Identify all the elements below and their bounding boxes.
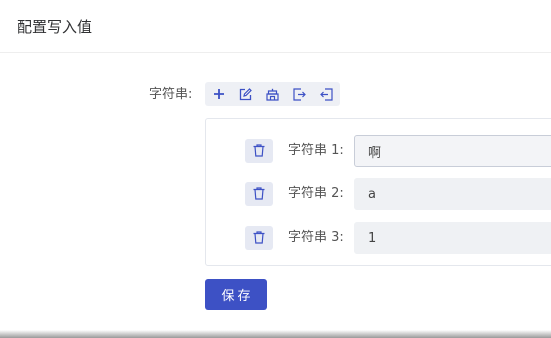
save-button[interactable]: 保存 [205,279,267,310]
edit-icon [239,87,252,101]
string-item-row: 字符串 3: [206,222,551,254]
edit-button[interactable] [232,82,259,106]
export-icon [293,87,306,101]
import-icon [320,87,333,101]
string-item-input[interactable] [354,222,551,254]
batch-add-button[interactable] [259,82,286,106]
string-item-label: 字符串 2: [288,186,344,201]
delete-item-button[interactable] [245,226,273,250]
string-item-row: 字符串 2: [206,178,551,210]
bottom-edge-shadow [0,330,551,338]
string-items-panel: 字符串 1: 字符串 2: [205,118,551,266]
delete-item-button[interactable] [245,139,273,163]
dialog-title: 配置写入值 [17,18,93,36]
string-item-input[interactable] [354,135,551,167]
dialog-header: 配置写入值 [0,0,551,53]
export-button[interactable] [286,82,313,106]
batch-icon [266,88,279,101]
trash-icon [253,229,265,248]
add-item-button[interactable] [205,82,232,106]
string-item-row: 字符串 1: [206,135,551,167]
config-dialog: 配置写入值 字符串: 字符串 1: 啊 字符串 2: a 字符串 3: 1 保存 [0,0,551,338]
string-field-label: 字符串: [149,87,193,102]
plus-icon [213,88,225,100]
string-item-input[interactable] [354,178,551,210]
trash-icon [253,185,265,204]
delete-item-button[interactable] [245,182,273,206]
trash-icon [253,142,265,161]
import-button[interactable] [313,82,340,106]
string-item-label: 字符串 3: [288,230,344,245]
string-item-label: 字符串 1: [288,143,344,158]
string-toolbar [205,82,340,106]
